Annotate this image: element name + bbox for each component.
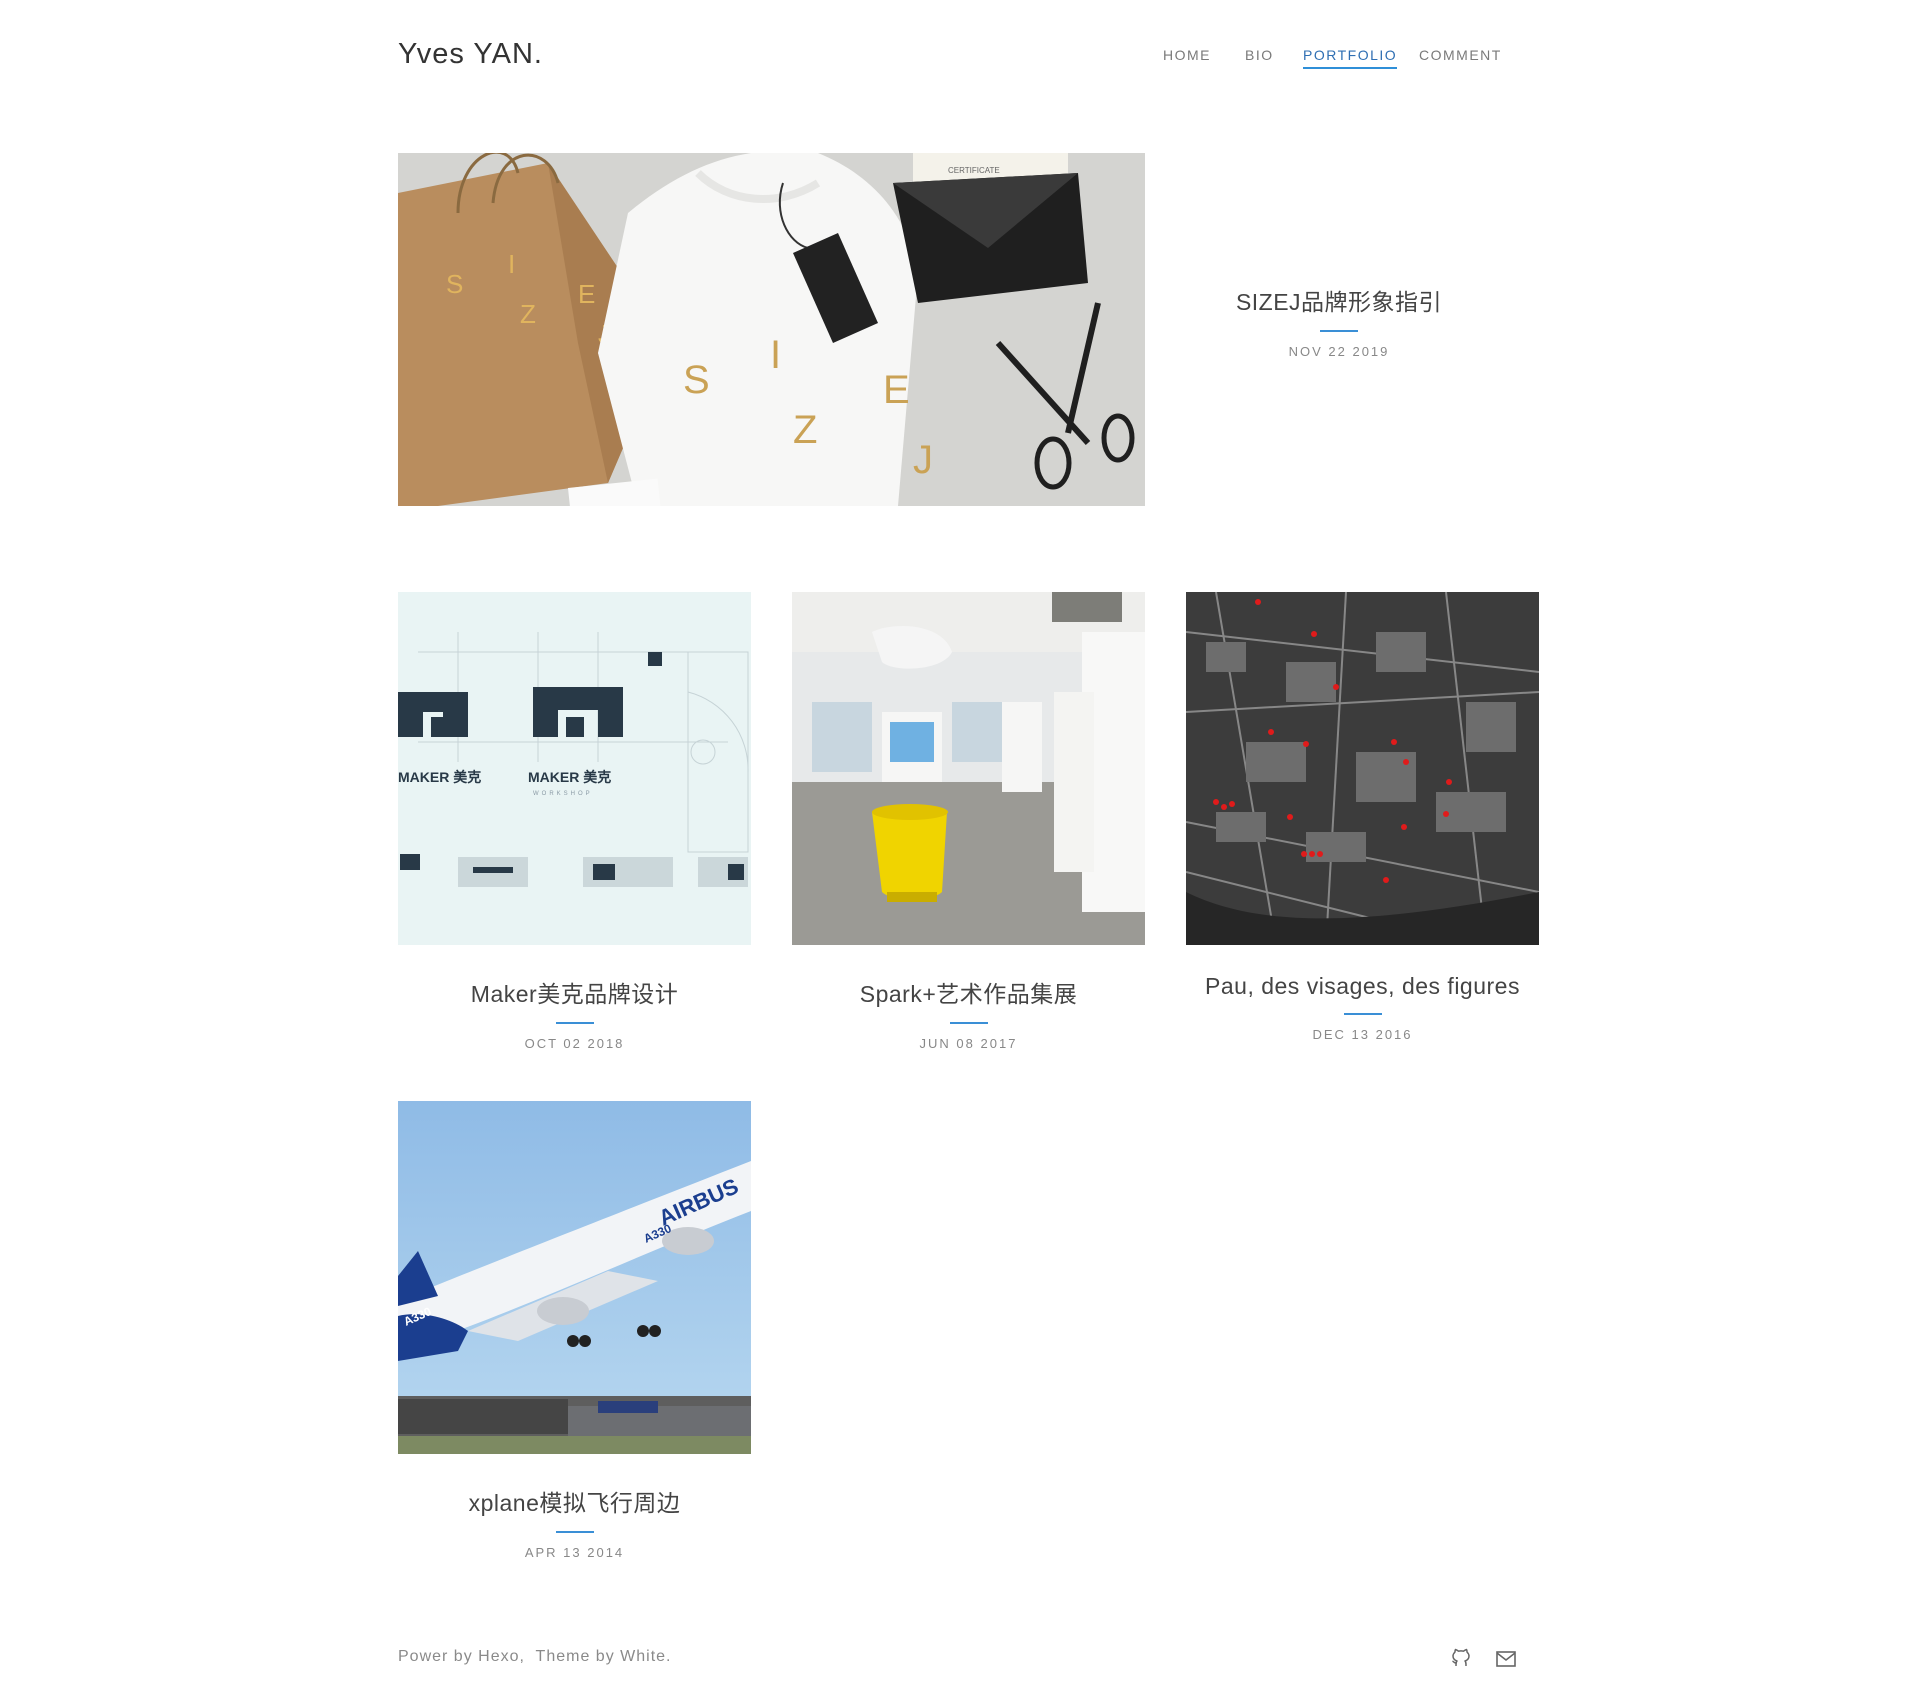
shirt-letter-i: I	[770, 333, 781, 377]
post-info-maker: Maker美克品牌设计 OCT 02 2018	[398, 975, 751, 1051]
white-theme-link[interactable]: White	[620, 1648, 666, 1665]
shirt-letter-z: Z	[793, 408, 817, 452]
maker-subtext: WORKSHOP	[533, 791, 593, 797]
shirt-letter-e: E	[883, 368, 910, 412]
featured-post-date: NOV 22 2019	[1288, 344, 1390, 359]
post-date: APR 13 2014	[524, 1545, 625, 1560]
featured-post-image[interactable]: S I Z E J S I Z E J CERTIFICATE	[398, 153, 1145, 506]
spark-exhibition-image	[792, 592, 1145, 945]
post-image-spark[interactable]	[792, 592, 1145, 945]
bag-letter-e: E	[578, 279, 595, 309]
footer-separator: ,	[519, 1648, 536, 1665]
nav-bio[interactable]: BIO	[1245, 47, 1274, 67]
title-divider	[1343, 1013, 1382, 1015]
shirt-letter-j: J	[913, 438, 933, 482]
nav-comment[interactable]: COMMENT	[1419, 47, 1502, 67]
post-title[interactable]: Pau, des visages, des figures	[1186, 973, 1539, 1000]
title-divider	[949, 1022, 988, 1024]
shirt-letter-s: S	[683, 358, 710, 402]
title-divider	[555, 1022, 594, 1024]
post-date: JUN 08 2017	[919, 1036, 1018, 1051]
post-image-maker[interactable]: MAKER 美克 MAKER 美克 WORKSHOP	[398, 592, 751, 945]
airbus-a330-image: AIRBUS A330 A330	[398, 1101, 751, 1454]
post-info-xplane: xplane模拟飞行周边 APR 13 2014	[398, 1484, 751, 1560]
post-info-pau: Pau, des visages, des figures DEC 13 201…	[1186, 973, 1539, 1042]
maker-logo-text: MAKER 美克	[528, 769, 611, 785]
title-divider	[1320, 330, 1358, 332]
maker-logo-text-left: MAKER 美克	[398, 769, 481, 785]
maker-brand-image: MAKER 美克 MAKER 美克 WORKSHOP	[398, 592, 751, 945]
post-date: DEC 13 2016	[1312, 1027, 1413, 1042]
post-image-pau[interactable]	[1186, 592, 1539, 945]
pau-map-image	[1186, 592, 1539, 945]
bag-letter-z: Z	[520, 299, 536, 329]
certificate-text: CERTIFICATE	[948, 166, 1000, 175]
footer-theme-prefix: Theme by	[535, 1648, 621, 1665]
post-title[interactable]: Spark+艺术作品集展	[792, 975, 1145, 1009]
nav-portfolio[interactable]: PORTFOLIO	[1303, 47, 1398, 69]
post-info-spark: Spark+艺术作品集展 JUN 08 2017	[792, 975, 1145, 1051]
site-title[interactable]: Yves YAN.	[398, 38, 543, 71]
footer-power-prefix: Power by	[398, 1648, 479, 1665]
footer-end: .	[666, 1648, 672, 1665]
nav-home[interactable]: HOME	[1163, 47, 1211, 67]
title-divider	[555, 1531, 594, 1533]
featured-post-title[interactable]: SIZEJ品牌形象指引	[1145, 283, 1533, 317]
bag-letter-s: S	[446, 269, 463, 299]
bag-letter-i: I	[508, 249, 515, 279]
footer-social	[1450, 1648, 1520, 1672]
hexo-link[interactable]: Hexo	[478, 1648, 519, 1665]
featured-post-info: SIZEJ品牌形象指引 NOV 22 2019	[1145, 283, 1533, 359]
post-image-xplane[interactable]: AIRBUS A330 A330	[398, 1101, 751, 1454]
github-icon[interactable]	[1450, 1648, 1472, 1670]
post-date: OCT 02 2018	[524, 1036, 625, 1051]
post-title[interactable]: Maker美克品牌设计	[398, 975, 751, 1009]
mail-icon[interactable]	[1495, 1648, 1517, 1670]
post-title[interactable]: xplane模拟飞行周边	[398, 1484, 751, 1518]
sizej-mockup-image: S I Z E J S I Z E J CERTIFICATE	[398, 153, 1145, 506]
footer-credits: Power by Hexo, Theme by White.	[398, 1648, 672, 1666]
